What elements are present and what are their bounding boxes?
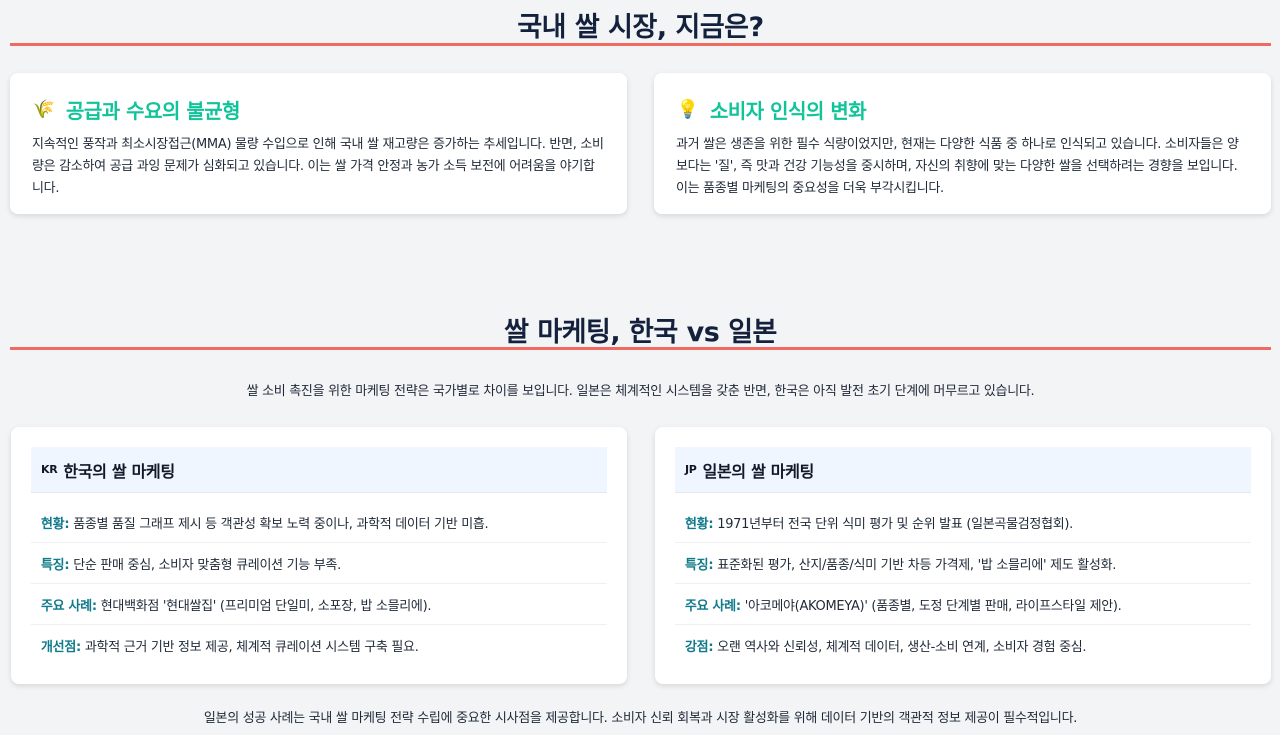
row-text: 1971년부터 전국 단위 식미 평가 및 순위 발표 (일본곡물검정협회). (717, 516, 1073, 532)
korea-flag-icon: KR (41, 463, 58, 476)
korea-row-status: 현황: 품종별 품질 그래프 제시 등 객관성 확보 노력 중이나, 과학적 데… (31, 502, 607, 543)
row-text: 표준화된 평가, 산지/품종/식미 기반 차등 가격제, '밥 소믈리에' 제도… (717, 557, 1117, 573)
row-label: 주요 사례: (41, 598, 97, 614)
korea-row-case: 주요 사례: 현대백화점 '현대쌀집' (프리미엄 단일미, 소포장, 밥 소믈… (31, 584, 607, 625)
supply-demand-body: 지속적인 풍작과 최소시장접근(MMA) 물량 수입으로 인해 국내 쌀 재고량… (32, 137, 604, 196)
consumer-perception-title: 소비자 인식의 변화 (710, 99, 867, 123)
korea-row-feature: 특징: 단순 판매 중심, 소비자 맞춤형 큐레이션 기능 부족. (31, 543, 607, 584)
row-text: 오랜 역사와 신뢰성, 체계적 데이터, 생산-소비 연계, 소비자 경험 중심… (717, 640, 1087, 655)
row-text: 품종별 품질 그래프 제시 등 객관성 확보 노력 중이나, 과학적 데이터 기… (73, 516, 489, 532)
korea-marketing-header: KR 한국의 쌀 마케팅 (31, 447, 607, 493)
row-text: 단순 판매 중심, 소비자 맞춤형 큐레이션 기능 부족. (73, 557, 341, 573)
japan-row-feature: 특징: 표준화된 평가, 산지/품종/식미 기반 차등 가격제, '밥 소믈리에… (675, 543, 1251, 584)
row-label: 개선점: (41, 640, 81, 655)
korea-marketing-card: KR 한국의 쌀 마케팅 현황: 품종별 품질 그래프 제시 등 객관성 확보 … (11, 427, 627, 684)
japan-row-strength: 강점: 오랜 역사와 신뢰성, 체계적 데이터, 생산-소비 연계, 소비자 경… (675, 625, 1251, 666)
marketing-intro: 쌀 소비 촉진을 위한 마케팅 전략은 국가별로 차이를 보입니다. 일본은 체… (246, 384, 1035, 399)
light-bulb-icon: 💡 (676, 99, 700, 120)
row-label: 현황: (685, 516, 714, 532)
japan-row-status: 현황: 1971년부터 전국 단위 식미 평가 및 순위 발표 (일본곡물검정협… (675, 502, 1251, 543)
row-label: 현황: (41, 516, 70, 532)
market-section-title: 국내 쌀 시장, 지금은? (517, 12, 764, 43)
japan-row-case: 주요 사례: '아코메야(AKOMEYA)' (품종별, 도정 단계별 판매, … (675, 584, 1251, 625)
korea-row-improvement: 개선점: 과학적 근거 기반 정보 제공, 체계적 큐레이션 시스템 구축 필요… (31, 625, 607, 666)
row-text: 현대백화점 '현대쌀집' (프리미엄 단일미, 소포장, 밥 소믈리에). (100, 598, 432, 614)
japan-marketing-title: 일본의 쌀 마케팅 (702, 461, 815, 481)
korea-marketing-title: 한국의 쌀 마케팅 (63, 461, 175, 481)
market-section-divider (10, 43, 1271, 46)
row-label: 강점: (685, 640, 714, 655)
row-label: 특징: (685, 557, 714, 573)
row-text: 과학적 근거 기반 정보 제공, 체계적 큐레이션 시스템 구축 필요. (84, 640, 419, 655)
supply-demand-card: 🌾 공급과 수요의 불균형 지속적인 풍작과 최소시장접근(MMA) 물량 수입… (10, 73, 627, 214)
consumer-perception-card: 💡 소비자 인식의 변화 과거 쌀은 생존을 위한 필수 식량이었지만, 현재는… (654, 73, 1271, 214)
rice-plant-icon: 🌾 (32, 99, 56, 120)
consumer-perception-body: 과거 쌀은 생존을 위한 필수 식량이었지만, 현재는 다양한 식품 중 하나로… (676, 137, 1239, 196)
japan-marketing-header: JP 일본의 쌀 마케팅 (675, 447, 1251, 493)
row-text: '아코메야(AKOMEYA)' (품종별, 도정 단계별 판매, 라이프스타일 … (744, 598, 1122, 614)
supply-demand-title: 공급과 수요의 불균형 (66, 99, 241, 123)
japan-flag-icon: JP (685, 463, 697, 476)
marketing-section-title: 쌀 마케팅, 한국 vs 일본 (504, 317, 777, 348)
row-label: 주요 사례: (685, 598, 741, 614)
marketing-closing: 일본의 성공 사례는 국내 쌀 마케팅 전략 수립에 중요한 시사점을 제공합니… (203, 711, 1078, 726)
marketing-section-divider (10, 347, 1271, 350)
japan-marketing-card: JP 일본의 쌀 마케팅 현황: 1971년부터 전국 단위 식미 평가 및 순… (655, 427, 1271, 684)
row-label: 특징: (41, 557, 70, 573)
